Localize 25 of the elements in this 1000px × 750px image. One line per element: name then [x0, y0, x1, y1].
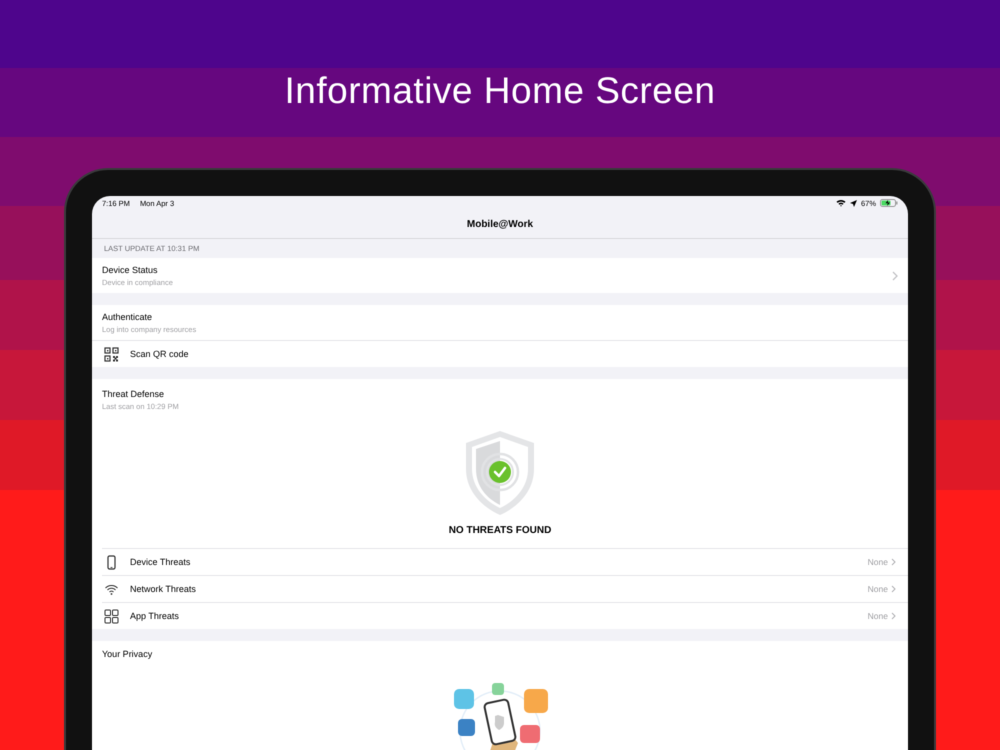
wifi-icon [836, 199, 846, 207]
location-arrow-icon [850, 200, 857, 206]
threat-value: None [868, 611, 888, 621]
scan-result: NO THREATS FOUND [448, 525, 552, 536]
scan-qr-row[interactable]: Scan QR code [92, 340, 908, 367]
chevron-right-icon [891, 585, 896, 593]
chevron-right-icon [891, 612, 896, 620]
threat-value: None [868, 584, 888, 594]
threat-value: None [868, 557, 888, 567]
row-title: Authenticate [102, 312, 154, 322]
row-title: Threat Defense [102, 389, 166, 399]
headline: Informative Home Screen [284, 70, 716, 112]
row-title: Your Privacy [101, 648, 154, 659]
threat-label: Device Threats [130, 557, 190, 567]
row-title: Device Status [102, 264, 159, 274]
threat-label: Network Threats [130, 584, 196, 594]
chevron-right-icon [892, 270, 898, 280]
scan-qr-label: Scan QR code [130, 349, 189, 359]
shield-check-icon [464, 429, 536, 517]
battery-charging-icon [880, 199, 898, 207]
threat-label: App Threats [130, 611, 179, 621]
app-grid-icon [104, 608, 119, 624]
nav-title: Mobile@Work [466, 218, 534, 230]
chevron-right-icon [891, 558, 896, 566]
qr-code-icon [104, 346, 119, 362]
